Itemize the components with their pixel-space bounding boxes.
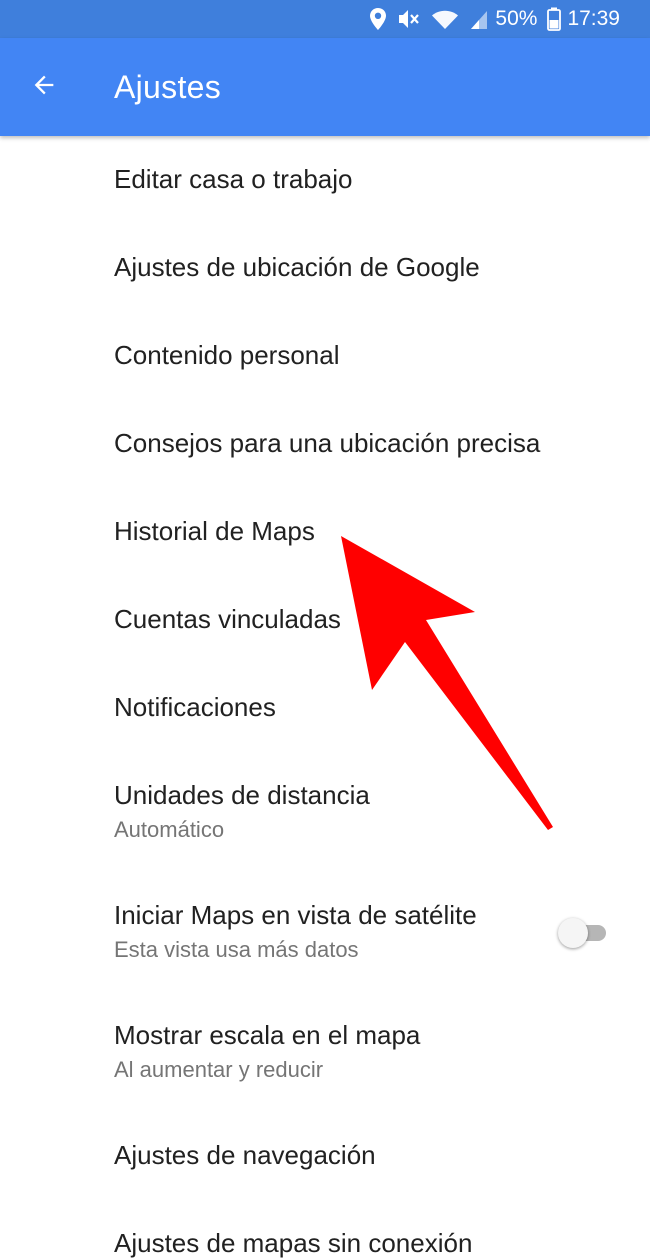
setting-navigation[interactable]: Ajustes de navegación <box>0 1112 650 1200</box>
setting-maps-history[interactable]: Historial de Maps <box>0 488 650 576</box>
wifi-icon <box>431 8 459 30</box>
satellite-view-toggle[interactable] <box>558 915 608 949</box>
setting-location-accuracy-tips[interactable]: Consejos para una ubicación precisa <box>0 400 650 488</box>
setting-title: Cuentas vinculadas <box>114 604 341 635</box>
setting-offline-maps[interactable]: Ajustes de mapas sin conexión <box>0 1200 650 1258</box>
setting-title: Consejos para una ubicación precisa <box>114 428 541 459</box>
app-bar: Ajustes <box>0 38 650 136</box>
toggle-thumb <box>558 918 588 948</box>
setting-title: Ajustes de mapas sin conexión <box>114 1228 473 1258</box>
location-icon <box>369 7 387 31</box>
setting-title: Unidades de distancia <box>114 780 370 811</box>
setting-subtitle: Esta vista usa más datos <box>114 937 359 963</box>
setting-title: Contenido personal <box>114 340 340 371</box>
setting-map-scale[interactable]: Mostrar escala en el mapa Al aumentar y … <box>0 992 650 1112</box>
setting-title: Mostrar escala en el mapa <box>114 1020 421 1051</box>
setting-personal-content[interactable]: Contenido personal <box>0 312 650 400</box>
screen: 50% 17:39 Ajustes Editar casa o trabajo … <box>0 0 650 1258</box>
setting-title: Notificaciones <box>114 692 276 723</box>
clock: 17:39 <box>567 7 620 30</box>
setting-linked-accounts[interactable]: Cuentas vinculadas <box>0 576 650 664</box>
status-bar: 50% 17:39 <box>0 0 650 38</box>
mute-icon <box>397 8 421 30</box>
arrow-back-icon <box>30 71 58 104</box>
setting-google-location[interactable]: Ajustes de ubicación de Google <box>0 224 650 312</box>
settings-list: Editar casa o trabajo Ajustes de ubicaci… <box>0 136 650 1258</box>
setting-title: Ajustes de ubicación de Google <box>114 252 480 283</box>
page-title: Ajustes <box>114 68 222 105</box>
back-button[interactable] <box>4 38 84 136</box>
setting-edit-home-work[interactable]: Editar casa o trabajo <box>0 136 650 224</box>
setting-title: Historial de Maps <box>114 516 315 547</box>
setting-notifications[interactable]: Notificaciones <box>0 664 650 752</box>
setting-title: Ajustes de navegación <box>114 1140 376 1171</box>
battery-percentage: 50% <box>495 7 538 30</box>
setting-title: Editar casa o trabajo <box>114 164 353 195</box>
signal-icon <box>469 8 489 30</box>
setting-distance-units[interactable]: Unidades de distancia Automático <box>0 752 650 872</box>
setting-subtitle: Al aumentar y reducir <box>114 1057 324 1083</box>
battery-icon <box>547 7 562 31</box>
setting-title: Iniciar Maps en vista de satélite <box>114 900 477 931</box>
setting-satellite-view[interactable]: Iniciar Maps en vista de satélite Esta v… <box>0 872 650 992</box>
setting-subtitle: Automático <box>114 817 225 843</box>
